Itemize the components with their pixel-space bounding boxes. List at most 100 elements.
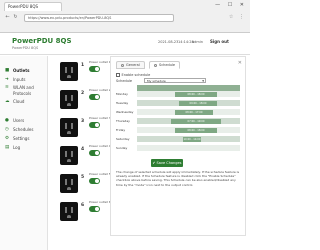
sidebar-item-label: Users xyxy=(13,118,25,123)
outlet-socket-icon xyxy=(60,90,78,109)
wifi-icon: ≋ xyxy=(5,85,9,90)
outlet-socket-icon xyxy=(60,146,78,165)
browser-menu-icon[interactable]: ☆ ⋮ xyxy=(229,14,246,20)
outlet-settings-panel: General Schedule ✕ Enable schedule Sched… xyxy=(110,56,246,236)
outlet-power-toggle[interactable] xyxy=(89,150,100,156)
day-row[interactable]: 08:00 - 18:00 xyxy=(137,91,240,98)
outlet-power-toggle[interactable] xyxy=(89,122,100,128)
app-header: PowerPDU 8QS PowerPDU 8QS 2021-08-23 14:… xyxy=(0,33,250,55)
sidebar-item-schedules[interactable]: ◷ Schedules xyxy=(0,127,48,133)
outlet-card: 3 Power outlet 3 xyxy=(60,116,111,142)
outlet-power-toggle[interactable] xyxy=(89,94,100,100)
time-bar[interactable]: 10:00 - 14:00 xyxy=(183,137,201,142)
time-bar[interactable]: 08:00 - 18:00 xyxy=(175,92,217,97)
gear-icon: ⚙ xyxy=(5,136,10,141)
sidebar-item-label: Schedules xyxy=(13,127,34,132)
checkbox-label: Enable schedule xyxy=(121,73,151,77)
save-changes-button[interactable]: ✔ Save Changes xyxy=(151,159,183,167)
schedule-field-label: Schedule xyxy=(116,79,133,83)
day-row[interactable] xyxy=(137,145,240,152)
outlet-label: Power outlet 1 xyxy=(89,60,111,64)
outlet-number: 2 xyxy=(81,91,85,96)
outlet-card: 1 Power outlet 1 xyxy=(60,60,111,86)
sidebar-item-label: Outlets xyxy=(13,68,30,73)
sidebar-item-label: Cloud xyxy=(13,99,25,104)
outlet-label: Power outlet 6 xyxy=(89,200,111,204)
outlet-number: 4 xyxy=(81,147,85,152)
sidebar-item-cloud[interactable]: ☁ Cloud xyxy=(0,99,48,105)
header-user: admin xyxy=(192,40,203,44)
enable-schedule-checkbox[interactable]: Enable schedule xyxy=(116,73,150,77)
cloud-icon: ☁ xyxy=(5,99,10,104)
tab-label: Schedule xyxy=(159,63,176,67)
day-label: Saturday xyxy=(116,137,130,141)
clock-icon: ◷ xyxy=(5,127,9,132)
day-label: Monday xyxy=(116,92,128,96)
day-row[interactable]: 08:00 - 17:00 xyxy=(137,109,240,116)
outlet-label: Power outlet 2 xyxy=(89,88,111,92)
browser-tab[interactable]: PowerPDU 8QS xyxy=(4,2,62,11)
sidebar-item-users[interactable]: ● Users xyxy=(0,118,48,124)
day-label: Wednesday xyxy=(116,110,134,114)
outlet-power-toggle[interactable] xyxy=(89,178,100,184)
close-icon[interactable]: ✕ xyxy=(238,60,242,66)
day-row[interactable]: 09:00 - 18:00 xyxy=(137,100,240,107)
checkbox-icon xyxy=(116,73,120,77)
schedule-select[interactable]: My schedule xyxy=(144,78,206,83)
save-label: Save Changes xyxy=(156,161,182,165)
outlet-card: 5 Power outlet 5 xyxy=(60,172,111,198)
reload-icon[interactable]: ↻ xyxy=(12,14,19,21)
time-bar[interactable]: 08:00 - 17:00 xyxy=(175,110,213,115)
time-bar[interactable]: 08:00 - 18:00 xyxy=(175,128,217,133)
sidebar: ■ Outlets ➜ Inputs ≋ WLAN and Protocols ☁ Cl… xyxy=(0,56,48,250)
schedule-notice: The change of selected schedule will app… xyxy=(116,170,240,187)
back-icon[interactable]: ← xyxy=(4,14,11,21)
sidebar-item-settings[interactable]: ⚙ Settings xyxy=(0,136,48,142)
day-label: Friday xyxy=(116,128,126,132)
outlet-socket-icon xyxy=(60,118,78,137)
sidebar-item-label: Log xyxy=(13,145,21,150)
device-name: PowerPDU 8QS xyxy=(12,46,39,50)
outlet-power-toggle[interactable] xyxy=(89,66,100,72)
outlet-socket-icon xyxy=(60,174,78,193)
outlet-socket-icon xyxy=(60,62,78,81)
sidebar-item-log[interactable]: ▤ Log xyxy=(0,145,48,151)
users-icon: ● xyxy=(5,118,9,123)
input-icon: ➜ xyxy=(5,77,9,82)
day-row[interactable]: 10:00 - 14:00 xyxy=(137,136,240,143)
outlet-socket-icon xyxy=(60,202,78,221)
log-icon: ▤ xyxy=(5,145,10,150)
sidebar-item-label: Settings xyxy=(13,136,30,141)
header-date: 2021-08-23 xyxy=(158,40,179,44)
day-row[interactable]: 07:00 - 19:00 xyxy=(137,118,240,125)
radio-icon xyxy=(121,63,124,67)
tab-general[interactable]: General xyxy=(116,61,145,69)
day-label: Tuesday xyxy=(116,101,129,105)
sidebar-item-outlets[interactable]: ■ Outlets xyxy=(0,68,48,74)
sidebar-item-label: Inputs xyxy=(13,77,26,82)
time-bar[interactable]: 07:00 - 19:00 xyxy=(171,119,221,124)
day-row[interactable]: 08:00 - 18:00 xyxy=(137,127,240,134)
outlet-card: 4 Power outlet 4 xyxy=(60,144,111,170)
sidebar-item-inputs[interactable]: ➜ Inputs xyxy=(0,77,48,83)
tab-schedule[interactable]: Schedule xyxy=(149,61,181,69)
outlet-list: 1 Power outlet 1 2 Power outlet 2 3 Powe… xyxy=(50,56,111,250)
outlet-number: 5 xyxy=(81,175,85,180)
sidebar-item-wlan[interactable]: ≋ WLAN and Protocols xyxy=(0,85,46,97)
schedule-grid: Monday Tuesday Wednesday Thursday Friday… xyxy=(116,85,240,156)
outlet-label: Power outlet 4 xyxy=(89,144,111,148)
day-label: Thursday xyxy=(116,119,130,123)
time-bar[interactable]: 09:00 - 18:00 xyxy=(179,101,217,106)
window-controls[interactable]: — ☐ ✕ xyxy=(215,2,247,8)
radio-icon xyxy=(154,63,157,67)
outlet-power-toggle[interactable] xyxy=(89,206,100,212)
outlet-label: Power outlet 3 xyxy=(89,116,111,120)
outlet-card: 2 Power outlet 2 xyxy=(60,88,111,114)
app-title: PowerPDU 8QS xyxy=(12,37,72,45)
sidebar-item-label: WLAN and Protocols xyxy=(13,85,34,96)
day-label: Sunday xyxy=(116,146,128,150)
outlet-label: Power outlet 5 xyxy=(89,172,111,176)
outlet-card: 6 Power outlet 6 xyxy=(60,200,111,226)
address-bar[interactable]: https://www.ex.pdu.products/en/PowerPDU-… xyxy=(24,14,174,22)
sign-out-button[interactable]: Sign out xyxy=(210,39,229,44)
